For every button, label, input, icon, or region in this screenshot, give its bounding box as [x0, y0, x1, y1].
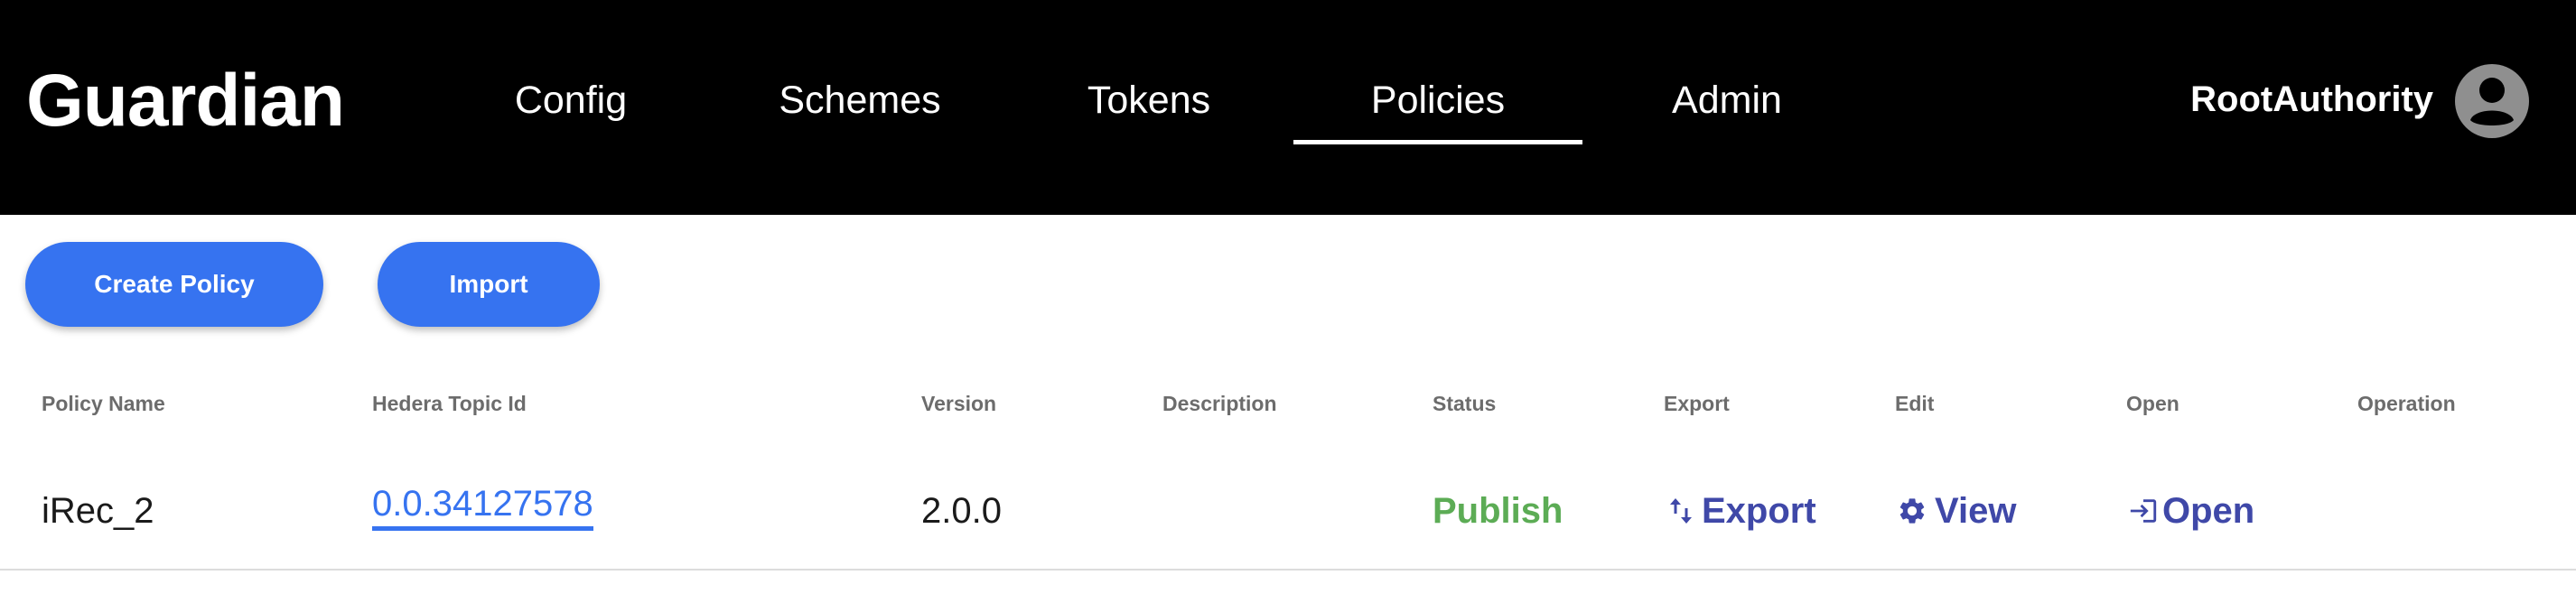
nav-tab-admin[interactable]: Admin	[1582, 0, 1871, 144]
export-label: Export	[1702, 490, 1816, 531]
nav-tab-tokens[interactable]: Tokens	[1004, 0, 1293, 144]
column-header-operation: Operation	[2357, 392, 2456, 415]
account-circle-icon[interactable]	[2455, 64, 2529, 138]
nav-tab-config[interactable]: Config	[426, 0, 715, 144]
top-navigation-bar: Guardian Config Schemes Tokens Policies …	[0, 0, 2576, 215]
column-header-policy-name: Policy Name	[42, 392, 165, 415]
nav-tab-policies[interactable]: Policies	[1293, 0, 1582, 144]
policy-name-cell: iRec_2	[42, 490, 154, 531]
create-policy-button[interactable]: Create Policy	[25, 242, 323, 327]
swap-vert-icon	[1667, 496, 1694, 526]
column-header-status: Status	[1433, 392, 1497, 415]
open-button[interactable]: Open	[2126, 491, 2254, 532]
open-label: Open	[2162, 490, 2255, 531]
table-row: iRec_2 0.0.34127578 2.0.0 Publish Export…	[0, 453, 2576, 571]
column-header-topic-id: Hedera Topic Id	[372, 392, 527, 415]
column-header-export: Export	[1664, 392, 1730, 415]
column-header-version: Version	[921, 392, 997, 415]
topic-id-cell: 0.0.34127578	[372, 453, 593, 569]
gear-icon	[1897, 496, 1927, 526]
edit-cell: View	[1897, 453, 2016, 569]
version-cell: 2.0.0	[921, 490, 1002, 531]
column-header-open: Open	[2126, 392, 2179, 415]
column-header-edit: Edit	[1895, 392, 1935, 415]
view-label: View	[1935, 490, 2017, 531]
app-brand: Guardian	[26, 60, 345, 142]
topic-id-link[interactable]: 0.0.34127578	[372, 484, 593, 531]
table-header: Policy Name Hedera Topic Id Version Desc…	[0, 361, 2576, 453]
view-button[interactable]: View	[1897, 491, 2016, 532]
login-icon	[2126, 496, 2161, 526]
export-button[interactable]: Export	[1667, 491, 1816, 532]
export-cell: Export	[1667, 453, 1816, 569]
open-cell: Open	[2126, 453, 2254, 569]
nav-tab-schemes[interactable]: Schemes	[715, 0, 1004, 144]
status-badge: Publish	[1433, 490, 1563, 531]
column-header-description: Description	[1162, 392, 1277, 415]
import-button[interactable]: Import	[378, 242, 600, 327]
user-name: RootAuthority	[2190, 79, 2433, 119]
